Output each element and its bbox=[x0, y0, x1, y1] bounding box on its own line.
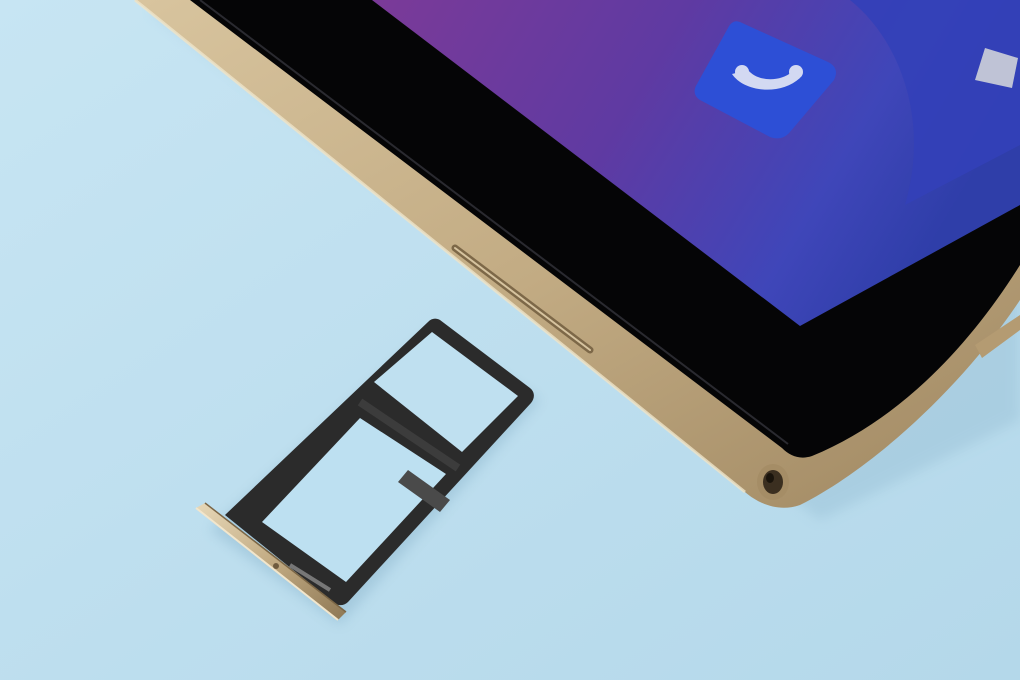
eject-hole bbox=[273, 563, 279, 569]
photo-canvas bbox=[0, 0, 1020, 680]
headphone-jack bbox=[757, 464, 789, 500]
photo-scene bbox=[0, 0, 1020, 680]
